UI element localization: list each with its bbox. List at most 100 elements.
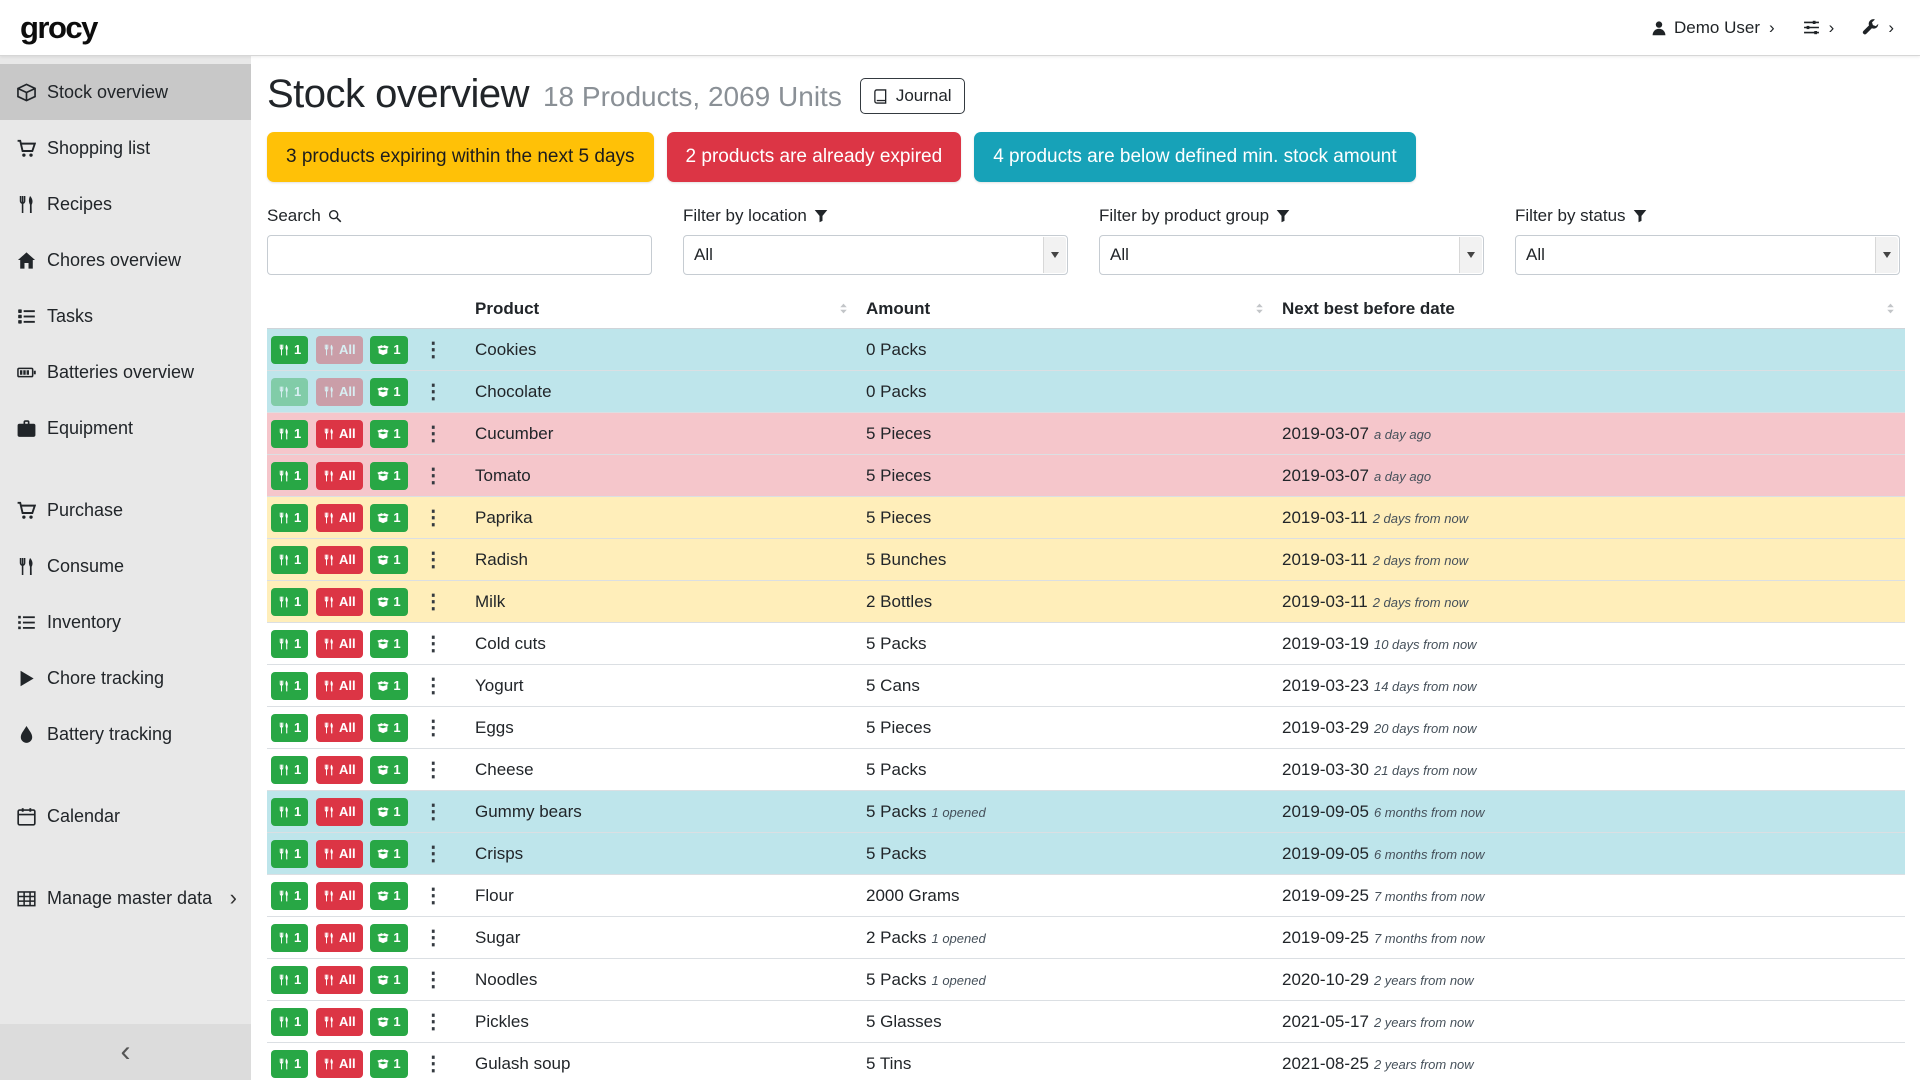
open-one-button[interactable]: 1 <box>370 798 407 826</box>
select-caret-button[interactable] <box>1043 237 1066 273</box>
open-one-button[interactable]: 1 <box>370 336 407 364</box>
date-column-header[interactable]: Next best before date <box>1274 295 1905 329</box>
open-one-button[interactable]: 1 <box>370 546 407 574</box>
consume-one-button[interactable]: 1 <box>271 336 308 364</box>
consume-all-button[interactable]: All <box>316 840 363 868</box>
open-one-button[interactable]: 1 <box>370 504 407 532</box>
consume-all-button[interactable]: All <box>316 882 363 910</box>
sidebar-item-chores-overview[interactable]: Chores overview <box>0 232 251 288</box>
app-logo[interactable]: grocy <box>20 10 97 46</box>
consume-one-button[interactable]: 1 <box>271 1008 308 1036</box>
consume-all-button[interactable]: All <box>316 504 363 532</box>
user-menu[interactable]: Demo User › <box>1651 18 1775 38</box>
consume-one-button[interactable]: 1 <box>271 672 308 700</box>
sidebar-collapse-button[interactable]: ‹ <box>0 1024 251 1080</box>
consume-all-button[interactable]: All <box>316 924 363 952</box>
consume-all-button[interactable]: All <box>316 630 363 658</box>
row-menu-button[interactable]: ⋮ <box>423 798 443 826</box>
consume-one-button[interactable]: 1 <box>271 546 308 574</box>
consume-all-button[interactable]: All <box>316 798 363 826</box>
open-one-button[interactable]: 1 <box>370 588 407 616</box>
open-one-button[interactable]: 1 <box>370 672 407 700</box>
sidebar-item-tasks[interactable]: Tasks <box>0 288 251 344</box>
amount-column-header[interactable]: Amount <box>858 295 1274 329</box>
sidebar-item-battery-tracking[interactable]: Battery tracking <box>0 706 251 762</box>
consume-one-button[interactable]: 1 <box>271 714 308 742</box>
consume-one-button[interactable]: 1 <box>271 840 308 868</box>
row-menu-button[interactable]: ⋮ <box>423 336 443 364</box>
consume-one-button[interactable]: 1 <box>271 924 308 952</box>
sidebar-item-stock-overview[interactable]: Stock overview <box>0 64 251 120</box>
row-menu-button[interactable]: ⋮ <box>423 630 443 658</box>
open-one-button[interactable]: 1 <box>370 882 407 910</box>
open-one-button[interactable]: 1 <box>370 840 407 868</box>
sort-icon[interactable] <box>1884 302 1897 315</box>
consume-one-button[interactable]: 1 <box>271 378 308 406</box>
consume-all-button[interactable]: All <box>316 420 363 448</box>
sidebar-item-purchase[interactable]: Purchase <box>0 482 251 538</box>
row-menu-button[interactable]: ⋮ <box>423 756 443 784</box>
consume-all-button[interactable]: All <box>316 462 363 490</box>
row-menu-button[interactable]: ⋮ <box>423 588 443 616</box>
consume-one-button[interactable]: 1 <box>271 420 308 448</box>
consume-all-button[interactable]: All <box>316 546 363 574</box>
sidebar-item-recipes[interactable]: Recipes <box>0 176 251 232</box>
consume-all-button[interactable]: All <box>316 1050 363 1078</box>
sort-icon[interactable] <box>837 302 850 315</box>
row-menu-button[interactable]: ⋮ <box>423 420 443 448</box>
open-one-button[interactable]: 1 <box>370 420 407 448</box>
sidebar-item-batteries-overview[interactable]: Batteries overview <box>0 344 251 400</box>
row-menu-button[interactable]: ⋮ <box>423 504 443 532</box>
consume-one-button[interactable]: 1 <box>271 882 308 910</box>
sidebar-item-calendar[interactable]: Calendar <box>0 788 251 844</box>
row-menu-button[interactable]: ⋮ <box>423 546 443 574</box>
consume-all-button[interactable]: All <box>316 756 363 784</box>
consume-one-button[interactable]: 1 <box>271 756 308 784</box>
consume-one-button[interactable]: 1 <box>271 966 308 994</box>
consume-all-button[interactable]: All <box>316 378 363 406</box>
row-menu-button[interactable]: ⋮ <box>423 672 443 700</box>
open-one-button[interactable]: 1 <box>370 1050 407 1078</box>
sort-icon[interactable] <box>1253 302 1266 315</box>
consume-one-button[interactable]: 1 <box>271 630 308 658</box>
open-one-button[interactable]: 1 <box>370 378 407 406</box>
sidebar-item-chore-tracking[interactable]: Chore tracking <box>0 650 251 706</box>
open-one-button[interactable]: 1 <box>370 924 407 952</box>
open-one-button[interactable]: 1 <box>370 1008 407 1036</box>
sidebar-item-manage-master-data[interactable]: Manage master data › <box>0 870 251 926</box>
consume-all-button[interactable]: All <box>316 714 363 742</box>
consume-all-button[interactable]: All <box>316 966 363 994</box>
row-menu-button[interactable]: ⋮ <box>423 966 443 994</box>
select-caret-button[interactable] <box>1459 237 1482 273</box>
row-menu-button[interactable]: ⋮ <box>423 714 443 742</box>
settings-menu[interactable]: › <box>1803 18 1835 38</box>
consume-one-button[interactable]: 1 <box>271 588 308 616</box>
consume-one-button[interactable]: 1 <box>271 462 308 490</box>
open-one-button[interactable]: 1 <box>370 462 407 490</box>
expiring-products-alert[interactable]: 3 products expiring within the next 5 da… <box>267 132 654 182</box>
product-column-header[interactable]: Product <box>467 295 858 329</box>
consume-all-button[interactable]: All <box>316 336 363 364</box>
consume-all-button[interactable]: All <box>316 672 363 700</box>
row-menu-button[interactable]: ⋮ <box>423 882 443 910</box>
below-min-stock-alert[interactable]: 4 products are below defined min. stock … <box>974 132 1415 182</box>
expired-products-alert[interactable]: 2 products are already expired <box>667 132 962 182</box>
sidebar-item-equipment[interactable]: Equipment <box>0 400 251 456</box>
sidebar-item-inventory[interactable]: Inventory <box>0 594 251 650</box>
open-one-button[interactable]: 1 <box>370 756 407 784</box>
sidebar-item-shopping-list[interactable]: Shopping list <box>0 120 251 176</box>
journal-button[interactable]: Journal <box>860 78 965 114</box>
row-menu-button[interactable]: ⋮ <box>423 924 443 952</box>
row-menu-button[interactable]: ⋮ <box>423 378 443 406</box>
product-group-select[interactable]: All <box>1099 235 1484 275</box>
row-menu-button[interactable]: ⋮ <box>423 1050 443 1078</box>
status-select[interactable]: All <box>1515 235 1900 275</box>
row-menu-button[interactable]: ⋮ <box>423 1008 443 1036</box>
open-one-button[interactable]: 1 <box>370 714 407 742</box>
row-menu-button[interactable]: ⋮ <box>423 462 443 490</box>
open-one-button[interactable]: 1 <box>370 630 407 658</box>
select-caret-button[interactable] <box>1875 237 1898 273</box>
consume-one-button[interactable]: 1 <box>271 1050 308 1078</box>
sidebar-item-consume[interactable]: Consume <box>0 538 251 594</box>
admin-menu[interactable]: › <box>1862 18 1894 38</box>
